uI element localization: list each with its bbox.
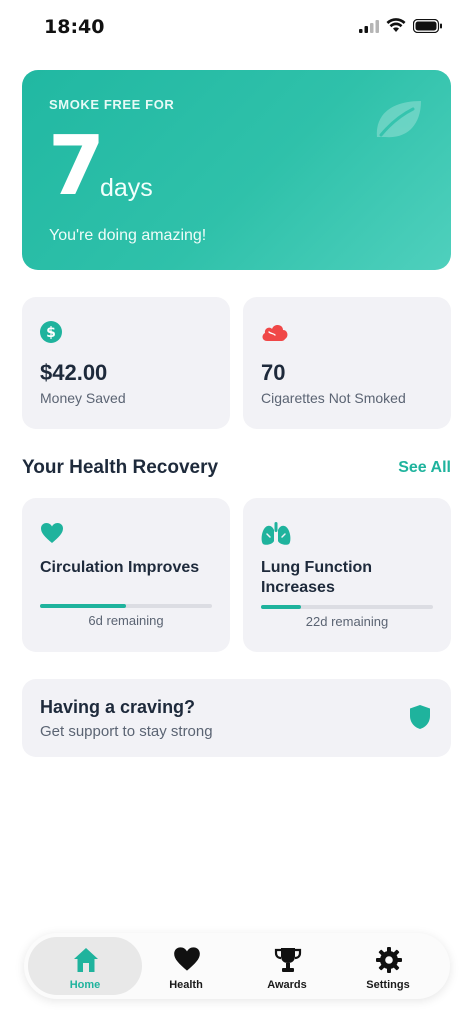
health-item-title: Lung Function Increases: [261, 559, 373, 596]
health-card-circulation[interactable]: Circulation Improves 6d remaining: [22, 498, 230, 652]
svg-text:$: $: [46, 325, 56, 341]
status-bar: 18:40: [0, 0, 473, 54]
tab-label: Home: [69, 979, 101, 991]
lungs-icon: [261, 522, 291, 545]
smoke-cloud-icon: [262, 324, 288, 341]
tab-label: Settings: [366, 979, 410, 991]
bottom-tab-bar: Home Health Awards Settings: [24, 933, 450, 999]
progress-fill: [261, 605, 301, 609]
health-item-remaining: 22d remaining: [305, 614, 389, 629]
health-item-title: Circulation Improves: [40, 559, 200, 576]
health-card-lung-function[interactable]: Lung Function Increases 22d remaining: [243, 498, 451, 652]
money-saved-value: $42.00: [40, 360, 108, 385]
days-count: 7: [48, 119, 106, 214]
tab-label: Awards: [267, 979, 307, 991]
home-icon: [74, 948, 98, 972]
craving-title: Having a craving?: [40, 697, 196, 717]
cigarettes-label: Cigarettes Not Smoked: [261, 390, 406, 406]
encouragement-message: You're doing amazing!: [49, 227, 207, 244]
money-saved-card: $ $42.00 Money Saved: [22, 297, 230, 429]
tab-awards[interactable]: Awards: [230, 937, 344, 995]
craving-support-card[interactable]: Having a craving? Get support to stay st…: [22, 679, 451, 757]
leaf-icon: [376, 101, 421, 138]
health-recovery-title: Your Health Recovery: [22, 457, 219, 478]
heart-icon: [41, 523, 63, 543]
smoke-free-card: SMOKE FREE FOR 7 days You're doing amazi…: [22, 70, 451, 270]
trophy-icon: [274, 948, 302, 972]
heart-icon: [174, 947, 200, 971]
gear-icon: [376, 947, 402, 973]
progress-fill: [40, 604, 126, 608]
money-saved-label: Money Saved: [40, 390, 126, 406]
shield-icon: [410, 705, 430, 729]
status-time: 18:40: [44, 16, 105, 38]
health-item-remaining: 6d remaining: [88, 613, 164, 628]
see-all-link[interactable]: See All: [398, 459, 451, 477]
progress-bar: [261, 605, 433, 609]
craving-subtitle: Get support to stay strong: [40, 723, 213, 740]
tab-health[interactable]: Health: [129, 937, 243, 995]
hero-label: SMOKE FREE FOR: [49, 97, 175, 112]
wifi-icon: [386, 18, 406, 32]
status-icons: [359, 18, 443, 33]
dollar-icon: $: [40, 321, 62, 343]
cigarettes-not-smoked-card: 70 Cigarettes Not Smoked: [243, 297, 451, 429]
tab-home[interactable]: Home: [28, 937, 142, 995]
tab-label: Health: [169, 979, 203, 991]
progress-bar: [40, 604, 212, 608]
cellular-signal-icon: [359, 19, 379, 33]
battery-icon: [413, 18, 442, 33]
tab-settings[interactable]: Settings: [331, 937, 445, 995]
days-unit: days: [100, 174, 153, 202]
cigarettes-value: 70: [261, 360, 286, 385]
